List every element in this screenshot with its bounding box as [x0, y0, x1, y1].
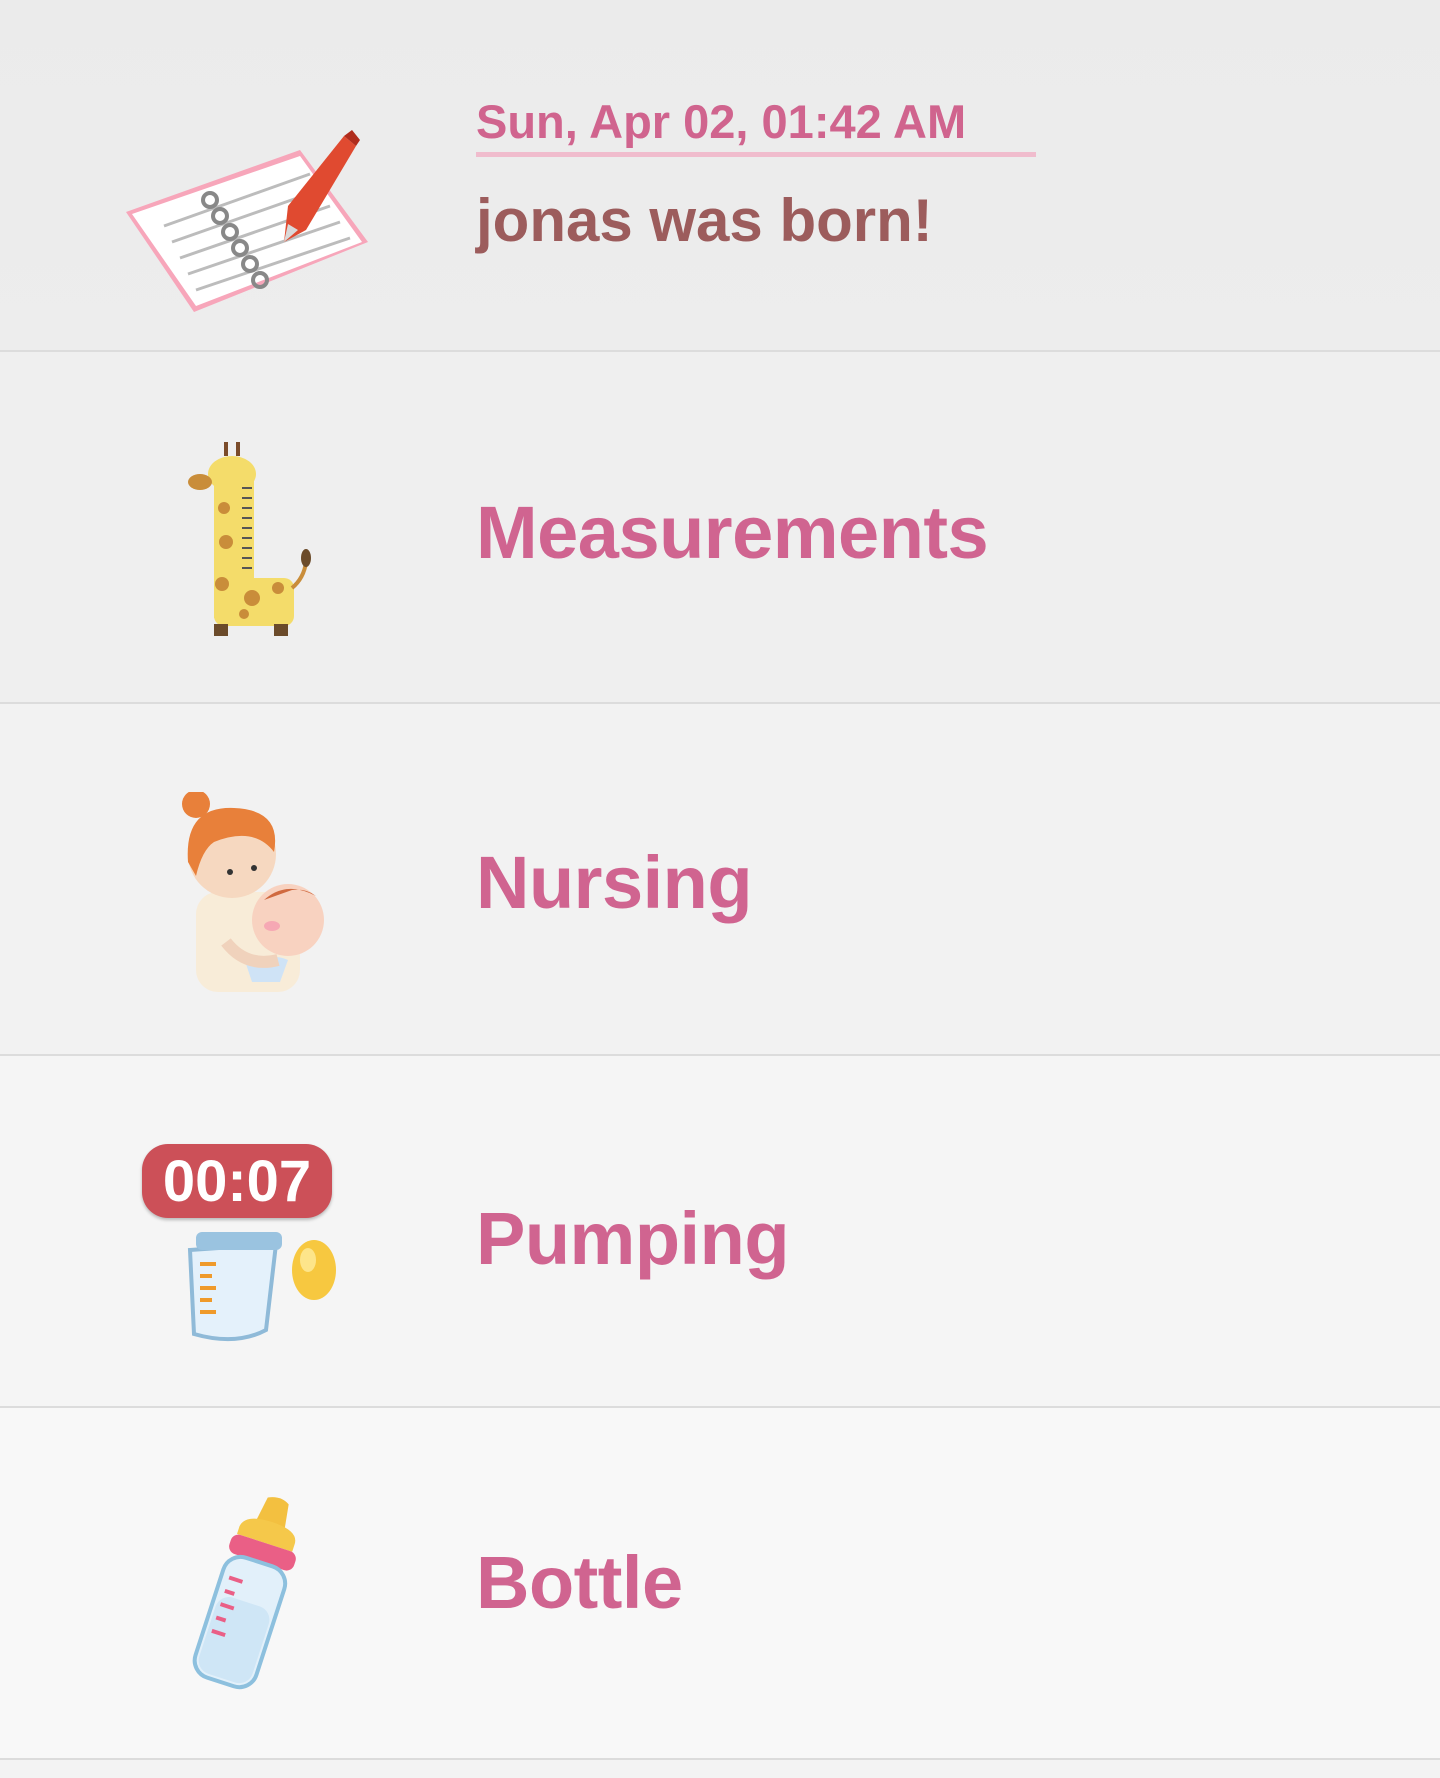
entry-note[interactable]: jonas was born! [476, 186, 933, 255]
item-label-measurements: Measurements [476, 491, 989, 574]
item-label-bottle: Bottle [476, 1541, 683, 1624]
giraffe-ruler-icon [186, 438, 316, 649]
mother-baby-icon [174, 790, 330, 997]
pumping-row[interactable]: Pumping [0, 1056, 1440, 1408]
measurements-row[interactable]: Measurements [0, 352, 1440, 704]
pumping-timer-badge[interactable]: 00:07 [142, 1144, 332, 1218]
nursing-row[interactable]: Nursing [0, 704, 1440, 1056]
item-label-pumping: Pumping [476, 1197, 790, 1280]
activity-list: Sun, Apr 02, 01:42 AM jonas was born! Me… [0, 0, 1440, 1760]
bottle-row[interactable]: Bottle [0, 1408, 1440, 1760]
entry-date[interactable]: Sun, Apr 02, 01:42 AM [476, 94, 966, 149]
baby-bottle-icon [172, 1492, 322, 1707]
date-underline [476, 152, 1036, 157]
item-label-nursing: Nursing [476, 841, 753, 924]
diary-entry-row[interactable]: Sun, Apr 02, 01:42 AM jonas was born! [0, 0, 1440, 352]
notebook-pen-icon [120, 130, 380, 325]
